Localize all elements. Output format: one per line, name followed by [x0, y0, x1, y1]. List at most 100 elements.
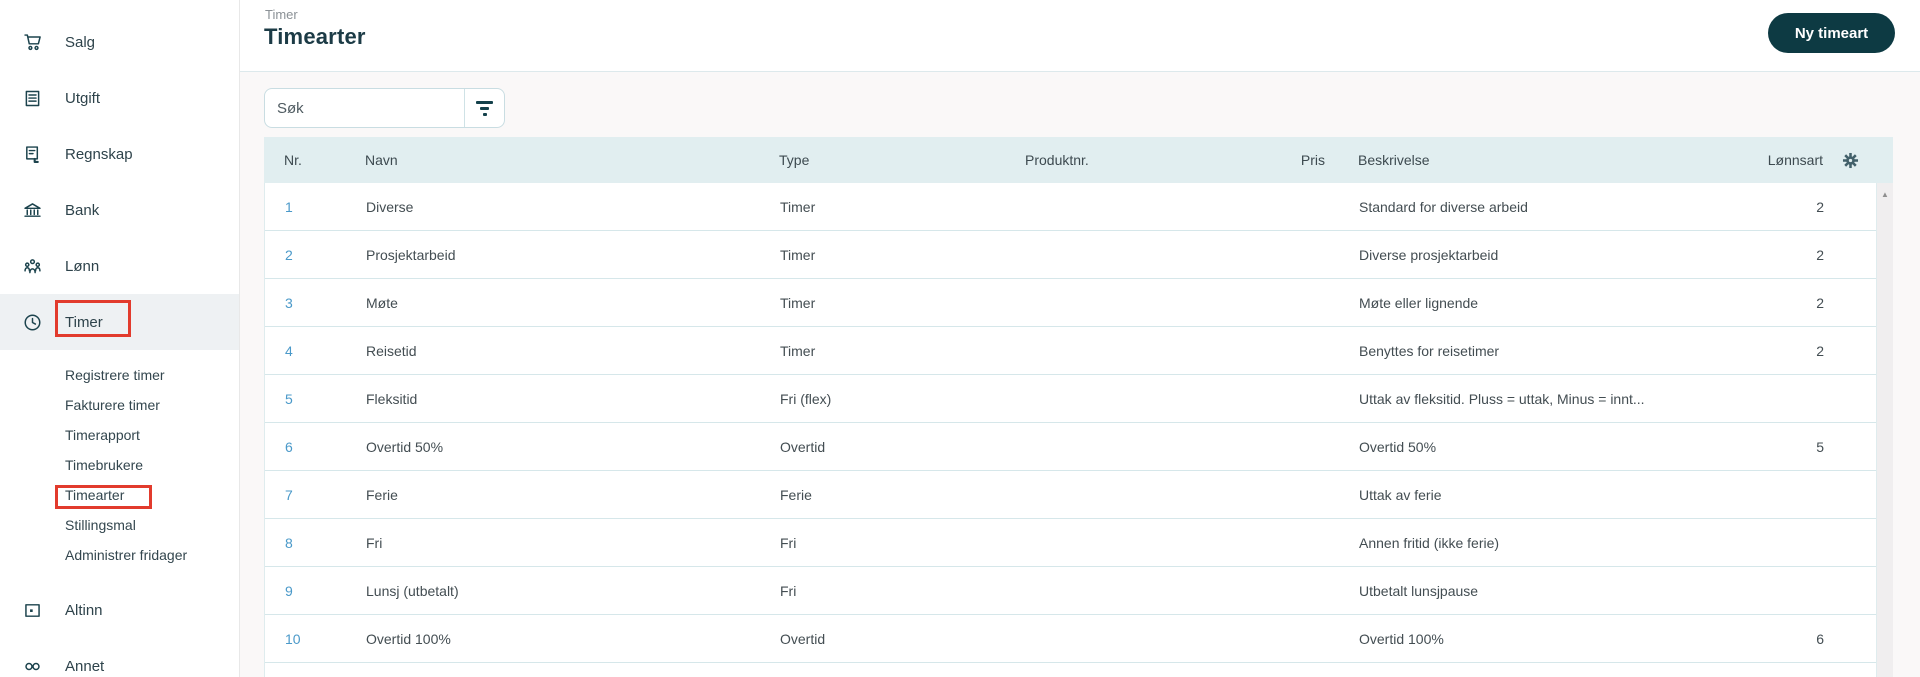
column-header-lonnsart[interactable]: Lønnsart [1731, 152, 1823, 168]
sidebar-item-regnskap[interactable]: Regnskap [0, 126, 239, 182]
cell-type: Fri [780, 534, 797, 551]
table-row[interactable]: 8 Fri Fri Annen fritid (ikke ferie) [265, 519, 1876, 567]
filter-button[interactable] [464, 89, 504, 127]
main-content: Timer Timearter Ny timeart Nr. Navn Type… [240, 0, 1920, 677]
submenu-item-fakturere-timer[interactable]: Fakturere timer [0, 390, 239, 420]
column-header-nr[interactable]: Nr. [264, 152, 365, 168]
submenu-item-timearter[interactable]: Timearter [0, 480, 239, 510]
cell-lonnsart: 5 [1816, 438, 1824, 455]
sidebar-item-annet[interactable]: Annet [0, 638, 239, 677]
sidebar-item-salg[interactable]: Salg [0, 14, 239, 70]
cell-type: Timer [780, 246, 816, 263]
row-number-link[interactable]: 1 [285, 199, 293, 215]
table-body: 1 Diverse Timer Standard for diverse arb… [264, 183, 1877, 677]
submenu-item-stillingsmal[interactable]: Stillingsmal [0, 510, 239, 540]
cell-beskrivelse: Annen fritid (ikke ferie) [1359, 534, 1500, 551]
sidebar: Salg Utgift Regnskap Bank Lønn Timer Reg… [0, 0, 240, 677]
row-number-link[interactable]: 6 [285, 439, 293, 455]
sidebar-item-bank[interactable]: Bank [0, 182, 239, 238]
cell-navn: Møte [366, 294, 398, 311]
scrollbar-up-arrow[interactable]: ▲ [1877, 183, 1893, 199]
column-header-navn[interactable]: Navn [365, 152, 779, 168]
sidebar-item-label: Bank [65, 201, 100, 219]
cell-type: Overtid [780, 438, 826, 455]
column-header-produktnr[interactable]: Produktnr. [1025, 152, 1205, 168]
cell-beskrivelse: Benyttes for reisetimer [1359, 342, 1500, 359]
app-root: Salg Utgift Regnskap Bank Lønn Timer Reg… [0, 0, 1920, 677]
timearter-table: Nr. Navn Type Produktnr. Pris Beskrivels… [264, 137, 1893, 677]
sidebar-item-label: Regnskap [65, 145, 133, 163]
table-header-row: Nr. Navn Type Produktnr. Pris Beskrivels… [264, 137, 1893, 183]
cell-navn: Diverse [366, 198, 414, 215]
table-row[interactable]: 2 Prosjektarbeid Timer Diverse prosjekta… [265, 231, 1876, 279]
cell-type: Fri [780, 582, 797, 599]
sidebar-item-utgift[interactable]: Utgift [0, 70, 239, 126]
cell-beskrivelse: Uttak av fleksitid. Pluss = uttak, Minus… [1359, 390, 1645, 407]
table-row[interactable]: 6 Overtid 50% Overtid Overtid 50% 5 [265, 423, 1876, 471]
column-header-beskrivelse[interactable]: Beskrivelse [1325, 152, 1731, 168]
receipt-icon [22, 88, 43, 109]
cell-type: Fri (flex) [780, 390, 832, 407]
breadcrumb: Timer [265, 7, 298, 22]
cell-lonnsart: 6 [1816, 630, 1824, 647]
table-scrollbar[interactable]: ▲ [1877, 183, 1893, 677]
sidebar-item-timer[interactable]: Timer [0, 294, 239, 350]
table-row[interactable]: 7 Ferie Ferie Uttak av ferie [265, 471, 1876, 519]
submenu-item-registrere-timer[interactable]: Registrere timer [0, 360, 239, 390]
cell-lonnsart: 2 [1816, 246, 1824, 263]
cell-beskrivelse: Uttak av ferie [1359, 486, 1442, 503]
cell-navn: Fri [366, 534, 383, 551]
table-row[interactable]: 3 Møte Timer Møte eller lignende 2 [265, 279, 1876, 327]
new-timeart-button[interactable]: Ny timeart [1768, 13, 1895, 53]
submenu-item-timebrukere[interactable]: Timebrukere [0, 450, 239, 480]
column-header-type[interactable]: Type [779, 152, 1025, 168]
row-number-link[interactable]: 5 [285, 391, 293, 407]
search-box [264, 88, 505, 128]
table-row[interactable]: 9 Lunsj (utbetalt) Fri Utbetalt lunsjpau… [265, 567, 1876, 615]
sidebar-item-altinn[interactable]: Altinn [0, 582, 239, 638]
cell-beskrivelse: Møte eller lignende [1359, 294, 1479, 311]
table-row[interactable]: 10 Overtid 100% Overtid Overtid 100% 6 [265, 615, 1876, 663]
cell-lonnsart: 2 [1816, 342, 1824, 359]
row-number-link[interactable]: 8 [285, 535, 293, 551]
cell-beskrivelse: Diverse prosjektarbeid [1359, 246, 1499, 263]
page-header: Timer Timearter Ny timeart [240, 0, 1920, 72]
content-area: Nr. Navn Type Produktnr. Pris Beskrivels… [240, 72, 1920, 677]
submenu-item-timerapport[interactable]: Timerapport [0, 420, 239, 450]
cell-beskrivelse: Overtid 50% [1359, 438, 1437, 455]
cell-navn: Ferie [366, 486, 398, 503]
cell-beskrivelse: Overtid 100% [1359, 630, 1444, 647]
sidebar-item-label: Annet [65, 657, 105, 675]
cell-lonnsart: 2 [1816, 294, 1824, 311]
table-row[interactable]: 5 Fleksitid Fri (flex) Uttak av fleksiti… [265, 375, 1876, 423]
cell-type: Overtid [780, 630, 826, 647]
row-number-link[interactable]: 3 [285, 295, 293, 311]
sidebar-item-label: Salg [65, 33, 96, 51]
row-number-link[interactable]: 7 [285, 487, 293, 503]
ledger-icon [22, 144, 43, 165]
sidebar-item-lonn[interactable]: Lønn [0, 238, 239, 294]
altinn-icon [22, 600, 43, 621]
infinity-icon [22, 656, 43, 677]
gear-icon[interactable] [1841, 151, 1860, 170]
search-input[interactable] [265, 89, 464, 127]
column-header-pris[interactable]: Pris [1205, 152, 1325, 168]
sidebar-item-label: Lønn [65, 257, 100, 275]
row-number-link[interactable]: 10 [285, 631, 301, 647]
row-number-link[interactable]: 9 [285, 583, 293, 599]
cell-navn: Prosjektarbeid [366, 246, 456, 263]
clock-icon [22, 312, 43, 333]
table-row[interactable]: 4 Reisetid Timer Benyttes for reisetimer… [265, 327, 1876, 375]
cell-type: Ferie [780, 486, 812, 503]
cell-navn: Lunsj (utbetalt) [366, 582, 459, 599]
sidebar-item-label: Utgift [65, 89, 101, 107]
row-number-link[interactable]: 2 [285, 247, 293, 263]
cell-navn: Reisetid [366, 342, 417, 359]
timer-submenu: Registrere timer Fakturere timer Timerap… [0, 350, 239, 570]
filter-icon [476, 100, 493, 116]
row-number-link[interactable]: 4 [285, 343, 293, 359]
table-row[interactable]: 1 Diverse Timer Standard for diverse arb… [265, 183, 1876, 231]
sidebar-item-label: Timer [65, 313, 103, 331]
sidebar-item-label: Altinn [65, 601, 103, 619]
submenu-item-administrer-fridager[interactable]: Administrer fridager [0, 540, 239, 570]
